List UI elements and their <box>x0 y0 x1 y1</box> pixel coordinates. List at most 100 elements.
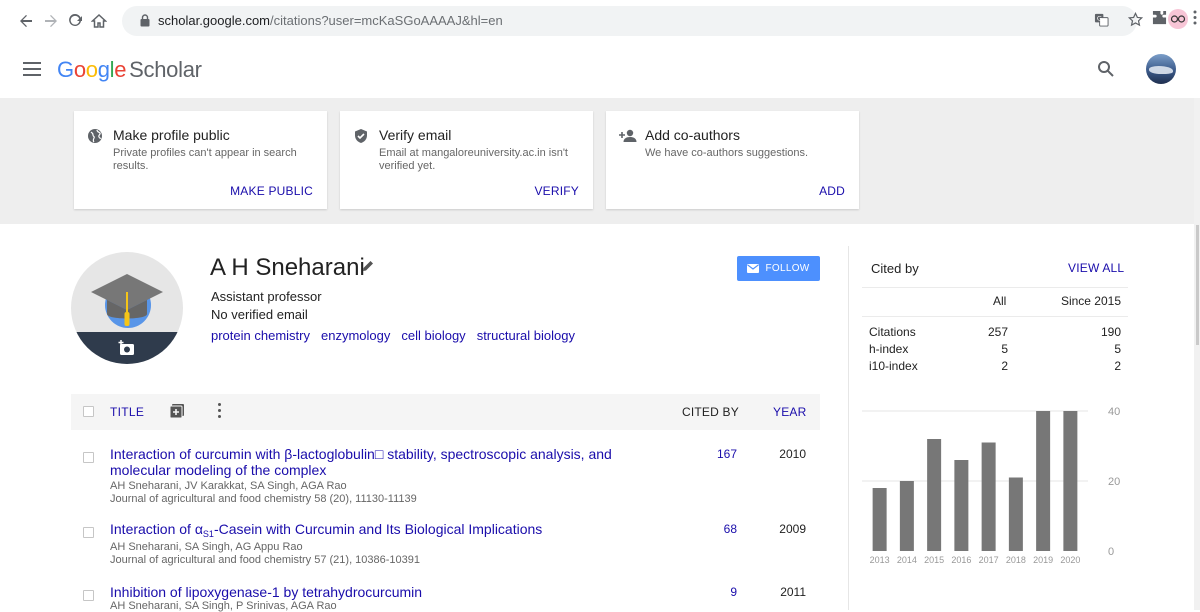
chart-bar[interactable] <box>954 460 969 551</box>
card-title: Verify email <box>379 127 452 143</box>
x-tick-label: 2019 <box>1033 555 1053 565</box>
article-title-link[interactable]: Interaction of αS1-Casein with Curcumin … <box>110 521 640 542</box>
article-authors: AH Sneharani, SA Singh, AG Appu Rao <box>110 541 303 553</box>
chart-bar[interactable] <box>1008 477 1023 552</box>
interest-link[interactable]: protein chemistry <box>211 328 310 343</box>
chart-bar[interactable] <box>981 442 996 552</box>
research-interests: protein chemistry enzymology cell biology s… <box>211 328 586 343</box>
citations-per-year-chart: 0 20 40 2013 2014 2015 2016 2017 2018 2019 2020 <box>862 406 1120 565</box>
article-year: 2010 <box>779 447 806 461</box>
envelope-icon <box>747 264 760 273</box>
interest-link[interactable]: enzymology <box>321 328 390 343</box>
home-icon[interactable] <box>88 10 110 32</box>
articles-table-header: TITLE CITED BY YEAR <box>71 394 820 430</box>
card-title: Make profile public <box>113 127 230 143</box>
camera-add-icon[interactable] <box>118 340 136 356</box>
metric-label: h-index <box>869 342 909 356</box>
chart-bar[interactable] <box>1063 411 1078 551</box>
make-public-button[interactable]: MAKE PUBLIC <box>230 184 313 198</box>
metric-label: Citations <box>869 325 916 339</box>
chart-bar[interactable] <box>899 481 914 551</box>
extensions-icon[interactable] <box>1152 10 1167 29</box>
article-authors: AH Sneharani, JV Karakkat, SA Singh, AGA… <box>110 480 347 492</box>
sort-by-cited[interactable]: CITED BY <box>682 405 739 419</box>
star-icon[interactable] <box>1127 11 1144 30</box>
sort-by-title[interactable]: TITLE <box>110 405 144 419</box>
interest-link[interactable]: cell biology <box>401 328 465 343</box>
x-tick-label: 2020 <box>1060 555 1080 565</box>
add-coauthors-card: Add co-authors We have co-authors sugges… <box>606 111 859 209</box>
google-scholar-logo[interactable]: Google Scholar <box>57 57 202 83</box>
menu-icon[interactable] <box>1193 10 1197 29</box>
row-checkbox[interactable] <box>83 527 94 538</box>
select-all-checkbox[interactable] <box>83 406 94 417</box>
metric-all: 5 <box>1001 342 1008 356</box>
card-description: We have co-authors suggestions. <box>645 147 809 159</box>
row-checkbox[interactable] <box>83 452 94 463</box>
make-public-card: Make profile public Private profiles can… <box>74 111 327 209</box>
follow-button[interactable]: FOLLOW <box>737 256 820 281</box>
divider <box>862 316 1128 317</box>
page-scrollbar[interactable] <box>1194 98 1200 610</box>
avatar[interactable] <box>1146 54 1176 84</box>
interest-link[interactable]: structural biology <box>477 328 575 343</box>
profile-email-status: No verified email <box>211 307 308 322</box>
add-article-icon[interactable] <box>169 403 185 419</box>
profile-photo[interactable] <box>71 252 183 364</box>
add-button[interactable]: ADD <box>819 184 845 198</box>
y-tick-label: 0 <box>1108 546 1114 558</box>
svg-text:G: G <box>1097 14 1102 22</box>
chart-bar[interactable] <box>872 488 887 551</box>
url-text: scholar.google.com/citations?user=mcKaSG… <box>158 13 503 28</box>
scholar-header: Google Scholar <box>0 42 1200 98</box>
back-arrow-icon[interactable] <box>15 10 37 32</box>
hamburger-menu-icon[interactable] <box>23 62 41 76</box>
metric-all: 2 <box>1001 359 1008 373</box>
article-title-link[interactable]: Inhibition of lipoxygenase-1 by tetrahyd… <box>110 584 640 600</box>
translate-icon[interactable]: G <box>1094 12 1109 30</box>
edit-pencil-icon[interactable] <box>361 259 375 273</box>
card-description: Email at mangaloreuniversity.ac.in isn't… <box>379 147 568 172</box>
y-tick-label: 20 <box>1108 476 1120 488</box>
add-person-icon <box>619 129 637 142</box>
view-all-link[interactable]: VIEW ALL <box>1068 261 1124 275</box>
x-tick-label: 2016 <box>951 555 971 565</box>
address-bar[interactable]: scholar.google.com/citations?user=mcKaSG… <box>122 6 1144 36</box>
cited-by-link[interactable]: 167 <box>681 447 737 461</box>
profile-affiliation: Assistant professor <box>211 289 322 304</box>
forward-arrow-icon[interactable] <box>40 10 62 32</box>
column-header-all: All <box>993 294 1007 308</box>
shield-check-icon <box>355 129 367 143</box>
metric-label: i10-index <box>869 359 918 373</box>
column-header-since: Since 2015 <box>1060 294 1121 308</box>
reload-icon[interactable] <box>64 10 86 32</box>
x-tick-label: 2015 <box>924 555 944 565</box>
more-actions-icon[interactable] <box>218 403 222 419</box>
article-year: 2009 <box>779 522 806 536</box>
article-year: 2011 <box>780 585 806 599</box>
article-authors: AH Sneharani, SA Singh, P Srinivas, AGA … <box>110 600 337 612</box>
article-venue: Journal of agricultural and food chemist… <box>110 554 421 566</box>
y-tick-label: 40 <box>1108 406 1120 418</box>
article-venue: Journal of agricultural and food chemist… <box>110 493 417 505</box>
chart-bar[interactable] <box>927 439 942 551</box>
verify-email-card: Verify email Email at mangaloreuniversit… <box>340 111 593 209</box>
cited-by-link[interactable]: 68 <box>681 522 737 536</box>
divider <box>862 287 1128 288</box>
profile-icon[interactable] <box>1167 8 1189 34</box>
search-icon[interactable] <box>1097 60 1115 78</box>
verify-button[interactable]: VERIFY <box>534 184 579 198</box>
cited-by-title: Cited by <box>871 261 919 276</box>
profile-name: A H Sneharani <box>210 254 365 281</box>
row-checkbox[interactable] <box>83 590 94 601</box>
article-title-link[interactable]: Interaction of curcumin with β-lactoglob… <box>110 446 640 478</box>
sort-by-year[interactable]: YEAR <box>773 405 806 419</box>
globe-icon <box>88 129 102 143</box>
x-tick-label: 2014 <box>897 555 917 565</box>
metric-since: 5 <box>1114 342 1121 356</box>
cited-by-link[interactable]: 9 <box>681 585 737 599</box>
chart-bar[interactable] <box>1036 411 1051 551</box>
scrollbar-thumb[interactable] <box>1196 225 1199 345</box>
card-title: Add co-authors <box>645 127 740 143</box>
metric-since: 190 <box>1100 325 1121 339</box>
